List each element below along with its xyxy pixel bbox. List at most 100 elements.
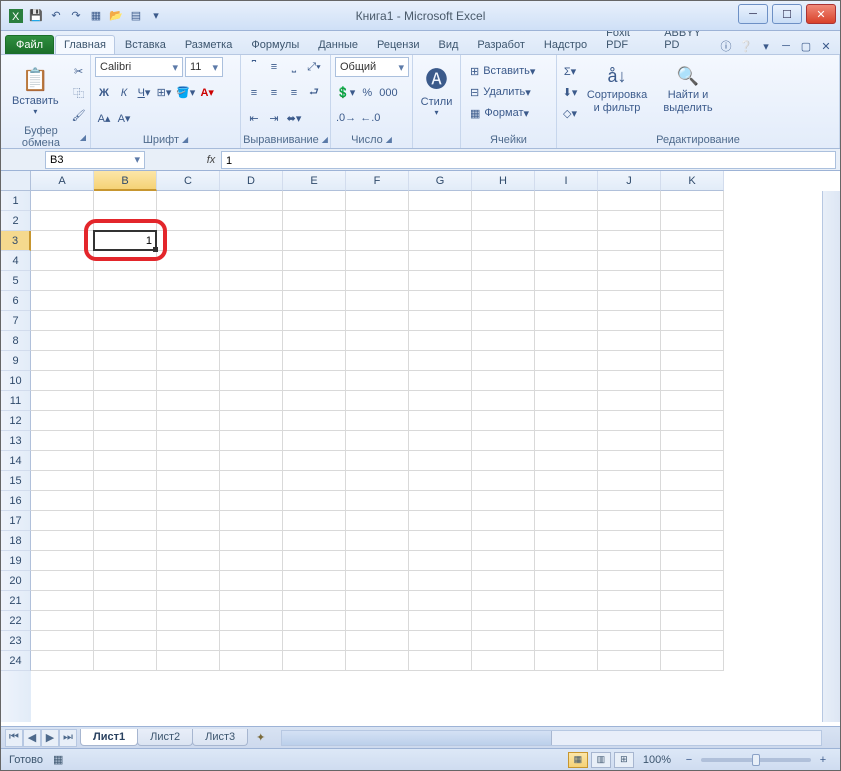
bold-button[interactable]: Ж xyxy=(95,83,113,103)
cell[interactable] xyxy=(94,431,157,451)
cell[interactable] xyxy=(31,211,94,231)
cell[interactable] xyxy=(94,451,157,471)
dialog-launcher-icon[interactable]: ◢ xyxy=(386,135,392,144)
cell[interactable] xyxy=(409,211,472,231)
sheet-nav-last-icon[interactable]: ⏭ xyxy=(59,729,77,747)
macro-icon[interactable]: ▦ xyxy=(53,753,63,766)
col-header-A[interactable]: A xyxy=(31,171,94,191)
cell[interactable] xyxy=(94,391,157,411)
sheet-nav-first-icon[interactable]: ⏮ xyxy=(5,729,23,747)
cell[interactable] xyxy=(409,391,472,411)
cell[interactable] xyxy=(346,351,409,371)
cell[interactable] xyxy=(409,331,472,351)
cell[interactable] xyxy=(409,551,472,571)
cell[interactable] xyxy=(220,391,283,411)
cell[interactable] xyxy=(220,211,283,231)
cell[interactable] xyxy=(283,591,346,611)
sheet-tab[interactable]: Лист2 xyxy=(137,729,193,746)
cell[interactable] xyxy=(472,231,535,251)
row-header-24[interactable]: 24 xyxy=(1,651,31,671)
row-header-4[interactable]: 4 xyxy=(1,251,31,271)
cell[interactable] xyxy=(661,631,724,651)
cell[interactable] xyxy=(283,291,346,311)
zoom-in-button[interactable]: + xyxy=(814,750,832,770)
merge-button[interactable]: ⬌▾ xyxy=(285,108,303,128)
row-header-7[interactable]: 7 xyxy=(1,311,31,331)
col-header-F[interactable]: F xyxy=(346,171,409,191)
cell[interactable] xyxy=(94,351,157,371)
row-header-23[interactable]: 23 xyxy=(1,631,31,651)
cell[interactable] xyxy=(157,251,220,271)
increase-decimal-button[interactable]: .0→ xyxy=(335,108,357,128)
cell[interactable] xyxy=(409,371,472,391)
cell[interactable] xyxy=(283,191,346,211)
cell[interactable] xyxy=(346,571,409,591)
cell[interactable] xyxy=(94,651,157,671)
cell[interactable] xyxy=(283,331,346,351)
tab-Рецензи[interactable]: Рецензи xyxy=(368,35,429,54)
row-header-1[interactable]: 1 xyxy=(1,191,31,211)
cell[interactable] xyxy=(220,271,283,291)
cell[interactable] xyxy=(598,311,661,331)
align-bottom-button[interactable]: ⎵ xyxy=(285,57,303,77)
cell[interactable] xyxy=(220,431,283,451)
cell[interactable] xyxy=(535,611,598,631)
cell[interactable] xyxy=(283,211,346,231)
save-icon[interactable]: 💾 xyxy=(27,7,45,25)
cell[interactable] xyxy=(472,191,535,211)
cell[interactable] xyxy=(409,591,472,611)
dialog-launcher-icon[interactable]: ◢ xyxy=(80,133,86,142)
help-icon[interactable]: ❔ xyxy=(738,38,754,54)
cell[interactable] xyxy=(409,491,472,511)
cell[interactable] xyxy=(31,271,94,291)
cell[interactable] xyxy=(598,531,661,551)
copy-icon[interactable]: ⿻ xyxy=(70,83,88,103)
cell[interactable] xyxy=(220,451,283,471)
cell[interactable] xyxy=(661,471,724,491)
cell[interactable] xyxy=(472,631,535,651)
align-left-button[interactable]: ≡ xyxy=(245,83,263,103)
cell[interactable] xyxy=(535,471,598,491)
find-select-button[interactable]: 🔍 Найти и выделить xyxy=(655,57,721,123)
cell[interactable] xyxy=(409,571,472,591)
tab-Разметка[interactable]: Разметка xyxy=(176,35,242,54)
cell[interactable] xyxy=(283,371,346,391)
cell[interactable] xyxy=(472,651,535,671)
cell[interactable] xyxy=(31,411,94,431)
window-restore-icon[interactable]: ▢ xyxy=(798,38,814,54)
cell[interactable] xyxy=(598,471,661,491)
row-header-3[interactable]: 3 xyxy=(1,231,31,251)
cell[interactable] xyxy=(283,511,346,531)
format-cells-button[interactable]: ▦ Формат ▾ xyxy=(465,103,552,123)
cell[interactable] xyxy=(535,511,598,531)
cell[interactable] xyxy=(598,331,661,351)
row-header-8[interactable]: 8 xyxy=(1,331,31,351)
col-header-D[interactable]: D xyxy=(220,171,283,191)
row-header-2[interactable]: 2 xyxy=(1,211,31,231)
cell[interactable] xyxy=(283,251,346,271)
cell[interactable] xyxy=(661,431,724,451)
cell[interactable] xyxy=(598,191,661,211)
col-header-B[interactable]: B xyxy=(94,171,157,191)
cell[interactable] xyxy=(472,511,535,531)
cell[interactable] xyxy=(598,451,661,471)
cell[interactable] xyxy=(472,391,535,411)
cell[interactable] xyxy=(94,511,157,531)
cell[interactable] xyxy=(598,271,661,291)
font-family-combo[interactable]: Calibri▾ xyxy=(95,57,183,77)
cell[interactable] xyxy=(31,451,94,471)
italic-button[interactable]: К xyxy=(115,83,133,103)
cell[interactable] xyxy=(598,511,661,531)
cell[interactable] xyxy=(535,391,598,411)
cell[interactable] xyxy=(598,591,661,611)
cell[interactable] xyxy=(535,211,598,231)
cell[interactable] xyxy=(94,611,157,631)
cell[interactable] xyxy=(409,531,472,551)
cell[interactable] xyxy=(409,431,472,451)
cell[interactable] xyxy=(283,611,346,631)
cell[interactable] xyxy=(31,651,94,671)
cell[interactable] xyxy=(157,431,220,451)
cell[interactable] xyxy=(598,231,661,251)
cell[interactable] xyxy=(535,431,598,451)
cell[interactable] xyxy=(472,451,535,471)
